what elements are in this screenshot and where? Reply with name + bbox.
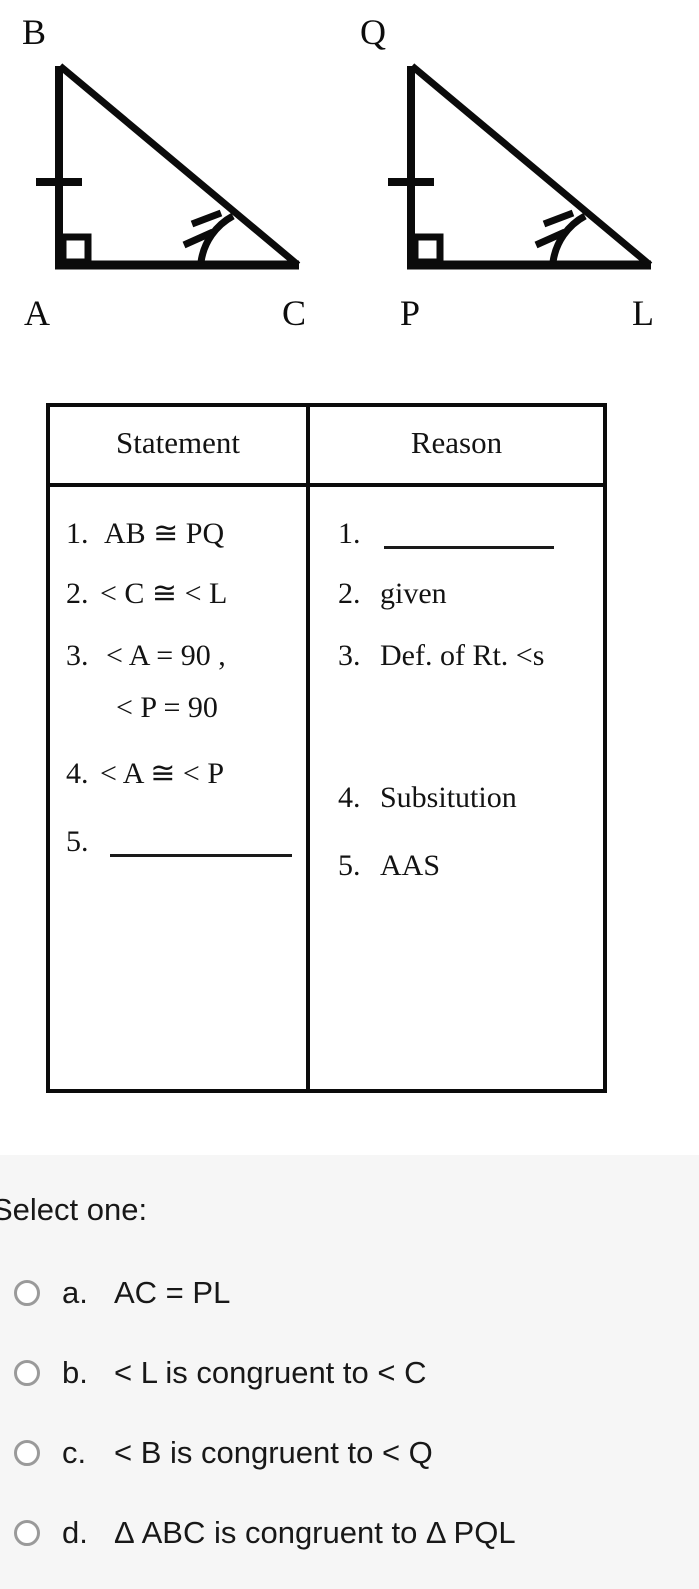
table-row: 2. given: [338, 579, 603, 609]
column-header-reason: Reason: [410, 425, 503, 460]
right-angle-mark-p: [411, 233, 444, 266]
vertex-label-c: C: [282, 293, 306, 333]
statement-number-4: 4.: [66, 757, 89, 790]
radio-button-b[interactable]: [14, 1360, 40, 1386]
congruent-triangles-diagram: B A C Q P L: [22, 12, 654, 333]
statement-text-1: AB ≅ PQ: [104, 517, 225, 550]
option-text-b: < L is congruent to < C: [114, 1355, 427, 1390]
statement-text-2: < C ≅ < L: [100, 577, 228, 610]
triangle-abc: B A C: [22, 12, 306, 333]
column-header-statement: Statement: [116, 425, 240, 460]
table-row: 1.: [338, 519, 603, 549]
figure-region: B A C Q P L Statement Reason 1. AB ≅ PQ …: [0, 0, 699, 1155]
statement-text-3: < A = 90 ,: [106, 639, 226, 672]
reason-text-4: Subsitution: [380, 781, 517, 814]
vertex-label-a: A: [24, 293, 50, 333]
option-text-d: Δ ABC is congruent to Δ PQL: [114, 1515, 516, 1550]
option-text-a: AC = PL: [114, 1275, 231, 1310]
reason-number-4: 4.: [338, 781, 361, 814]
table-row: 1. AB ≅ PQ: [66, 519, 306, 549]
radio-button-d[interactable]: [14, 1520, 40, 1546]
angle-arc-c: [182, 209, 235, 263]
select-one-prompt: Select one:: [0, 1192, 148, 1227]
vertex-label-q: Q: [360, 12, 386, 52]
statement-blank-5[interactable]: [110, 854, 292, 857]
reason-number-5: 5.: [338, 849, 361, 882]
statement-number-1: 1.: [66, 517, 89, 550]
answer-option-b[interactable]: b. < L is congruent to < C: [0, 1353, 426, 1393]
option-letter-b: b.: [62, 1355, 88, 1390]
answer-region: Select one: a. AC = PL b. < L is congrue…: [0, 1155, 699, 1589]
table-row: 4. Subsitution: [338, 783, 603, 813]
reason-number-3: 3.: [338, 639, 361, 672]
reason-text-3: Def. of Rt. <s: [380, 639, 545, 672]
radio-button-a[interactable]: [14, 1280, 40, 1306]
right-angle-mark-a: [59, 233, 92, 266]
statement-column: 1. AB ≅ PQ 2. < C ≅ < L 3. < A = 90 , < …: [50, 487, 310, 1093]
answer-option-a[interactable]: a. AC = PL: [0, 1273, 230, 1313]
reason-column: 1. 2. given 3. Def. of Rt. <s 4. Subsitu…: [310, 487, 603, 1093]
header-cell-statement: Statement: [50, 407, 310, 483]
statement-number-2: 2.: [66, 577, 89, 610]
statement-text-4: < A ≅ < P: [100, 757, 225, 790]
table-row: 3. < A = 90 ,: [66, 641, 306, 671]
table-row: 4. < A ≅ < P: [66, 759, 306, 789]
option-letter-d: d.: [62, 1515, 88, 1550]
vertex-label-b: B: [22, 12, 46, 52]
angle-arc-l: [534, 209, 587, 263]
table-row: 2. < C ≅ < L: [66, 579, 306, 609]
statement-number-5: 5.: [66, 825, 89, 858]
table-row: 5. AAS: [338, 851, 603, 881]
triangle-pql: Q P L: [360, 12, 654, 333]
reason-text-2: given: [380, 577, 447, 610]
radio-button-c[interactable]: [14, 1440, 40, 1466]
header-cell-reason: Reason: [310, 407, 603, 483]
reason-number-2: 2.: [338, 577, 361, 610]
statement-number-3: 3.: [66, 639, 89, 672]
vertex-label-l: L: [632, 293, 654, 333]
reason-blank-1[interactable]: [384, 546, 554, 549]
reason-text-5: AAS: [380, 849, 441, 882]
option-letter-a: a.: [62, 1275, 88, 1310]
vertex-label-p: P: [400, 293, 420, 333]
table-header-row: Statement Reason: [50, 407, 603, 487]
table-row: 3. Def. of Rt. <s: [338, 641, 603, 671]
table-body: 1. AB ≅ PQ 2. < C ≅ < L 3. < A = 90 , < …: [50, 487, 603, 1093]
answer-option-d[interactable]: d. Δ ABC is congruent to Δ PQL: [0, 1513, 516, 1553]
table-row: 5.: [66, 827, 306, 857]
reason-number-1: 1.: [338, 517, 361, 550]
statement-text-3-line2: < P = 90: [116, 691, 218, 724]
statement-text-3-line2-row: < P = 90: [66, 693, 306, 723]
answer-option-c[interactable]: c. < B is congruent to < Q: [0, 1433, 433, 1473]
option-letter-c: c.: [62, 1435, 87, 1470]
proof-table: Statement Reason 1. AB ≅ PQ 2. < C ≅ < L: [46, 403, 607, 1093]
option-text-c: < B is congruent to < Q: [114, 1435, 433, 1470]
